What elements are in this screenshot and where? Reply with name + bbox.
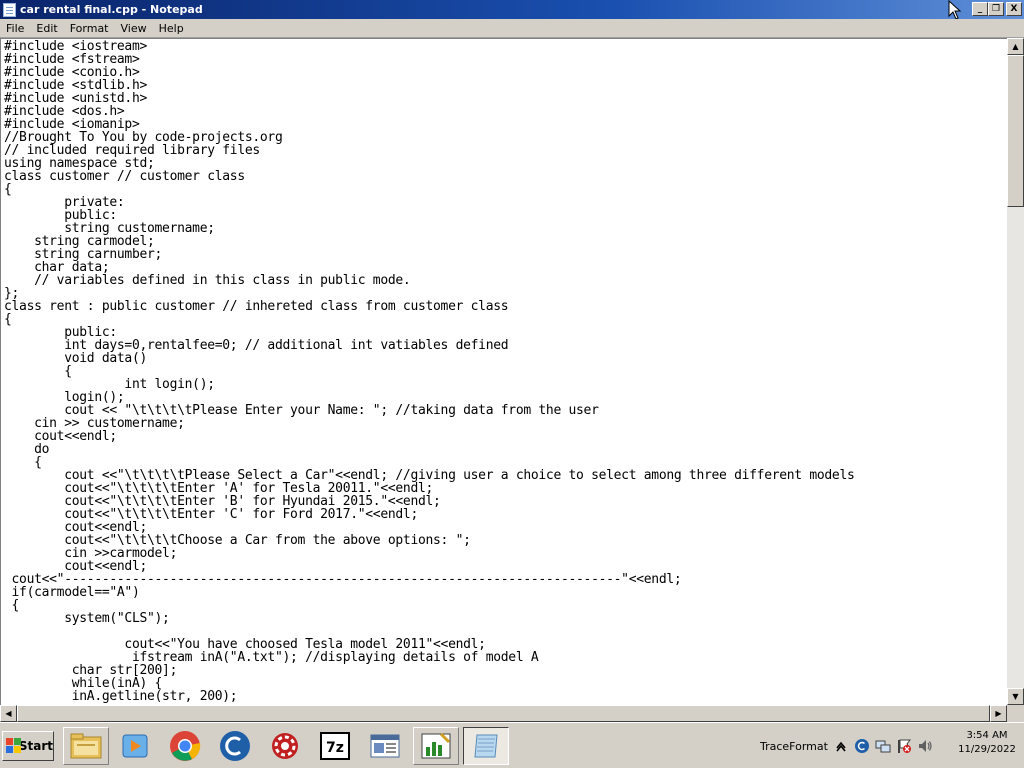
system-clock[interactable]: 3:54 AM 11/29/2022 — [952, 729, 1022, 757]
code-line: { — [4, 312, 12, 327]
chrome-icon — [170, 731, 201, 761]
horizontal-scrollbar[interactable]: ◀ ▶ — [0, 705, 1007, 722]
taskbar-notepad[interactable] — [463, 727, 509, 765]
notepad-icon — [474, 734, 498, 758]
maximize-button[interactable]: ❐ — [988, 2, 1004, 16]
menu-format[interactable]: Format — [64, 20, 115, 37]
clock-time: 3:54 AM — [966, 730, 1008, 741]
taskbar-document-viewer[interactable] — [362, 727, 408, 765]
code-line: do — [4, 442, 50, 457]
menu-help[interactable]: Help — [153, 20, 190, 37]
traceformat-toolbar-label[interactable]: TraceFormat — [760, 740, 828, 753]
code-line: string carnumber; — [4, 247, 163, 262]
taskbar-7zip[interactable]: 7z — [312, 727, 358, 765]
settings-gear-icon — [272, 733, 298, 759]
media-player-icon — [122, 734, 148, 758]
horizontal-scroll-thumb[interactable] — [17, 705, 990, 722]
document-viewer-icon — [370, 734, 400, 758]
code-line: #include <unistd.h> — [4, 91, 148, 106]
menu-bar: File Edit Format View Help — [0, 19, 1024, 38]
taskbar: Start 7z TraceFormat 3:54 AM 11/29/2022 — [0, 722, 1024, 768]
file-explorer-icon — [70, 733, 102, 759]
code-line: system("CLS"); — [4, 611, 170, 626]
start-label: Start — [18, 739, 53, 753]
start-button[interactable]: Start — [2, 731, 54, 761]
taskbar-media-player[interactable] — [112, 727, 158, 765]
code-line: void data() — [4, 351, 148, 366]
taskbar-paint-chart[interactable] — [413, 727, 459, 765]
scroll-right-button[interactable]: ▶ — [990, 705, 1007, 722]
scroll-left-button[interactable]: ◀ — [0, 705, 17, 722]
taskbar-settings-app[interactable] — [262, 727, 308, 765]
taskbar-ccleaner[interactable] — [212, 727, 258, 765]
ccleaner-icon — [220, 731, 250, 761]
text-editor-area[interactable]: #include <iostream> #include <fstream> #in… — [0, 38, 1007, 705]
code-line: inA.getline(str, 200); — [4, 689, 238, 704]
volume-icon[interactable] — [917, 738, 933, 754]
action-center-flag-icon[interactable] — [896, 738, 912, 754]
toolbar-expand-icon[interactable] — [833, 738, 849, 754]
code-line: class customer // customer class — [4, 169, 245, 184]
ccleaner-tray-icon[interactable] — [854, 738, 870, 754]
mouse-cursor-icon — [948, 0, 962, 20]
code-text: #include <iostream> #include <fstream> #in… — [4, 40, 855, 703]
close-button[interactable]: X — [1006, 2, 1022, 16]
title-bar[interactable]: car rental final.cpp - Notepad _ ❐ X — [0, 0, 1024, 20]
paint-chart-icon — [421, 732, 451, 759]
vertical-scroll-thumb[interactable] — [1007, 55, 1024, 207]
code-line: private: — [4, 195, 125, 210]
code-line: { — [4, 182, 12, 197]
7zip-icon: 7z — [320, 732, 350, 760]
menu-edit[interactable]: Edit — [30, 20, 63, 37]
scroll-down-button[interactable]: ▼ — [1007, 688, 1024, 705]
taskbar-chrome[interactable] — [162, 727, 208, 765]
minimize-button[interactable]: _ — [972, 2, 988, 16]
scroll-up-button[interactable]: ▲ — [1007, 38, 1024, 55]
menu-file[interactable]: File — [0, 20, 30, 37]
window-title: car rental final.cpp - Notepad — [20, 3, 203, 16]
clock-date: 11/29/2022 — [958, 744, 1016, 755]
size-grip[interactable] — [1007, 705, 1024, 722]
code-line: cout<<endl; — [4, 429, 117, 444]
network-tray-icon[interactable] — [875, 738, 891, 754]
menu-view[interactable]: View — [115, 20, 153, 37]
code-line: // variables defined in this class in pu… — [4, 273, 411, 288]
windows-logo-icon — [6, 738, 21, 754]
code-line: int login(); — [4, 377, 215, 392]
vertical-scrollbar[interactable]: ▲ ▼ — [1007, 38, 1024, 705]
code-line: class rent : public customer // inherete… — [4, 299, 509, 314]
code-line: if(carmodel=="A") — [4, 585, 140, 600]
code-line: cin >> customername; — [4, 416, 185, 431]
taskbar-file-explorer[interactable] — [63, 727, 109, 765]
notepad-app-icon[interactable] — [3, 2, 16, 17]
svg-text:7z: 7z — [326, 740, 344, 756]
